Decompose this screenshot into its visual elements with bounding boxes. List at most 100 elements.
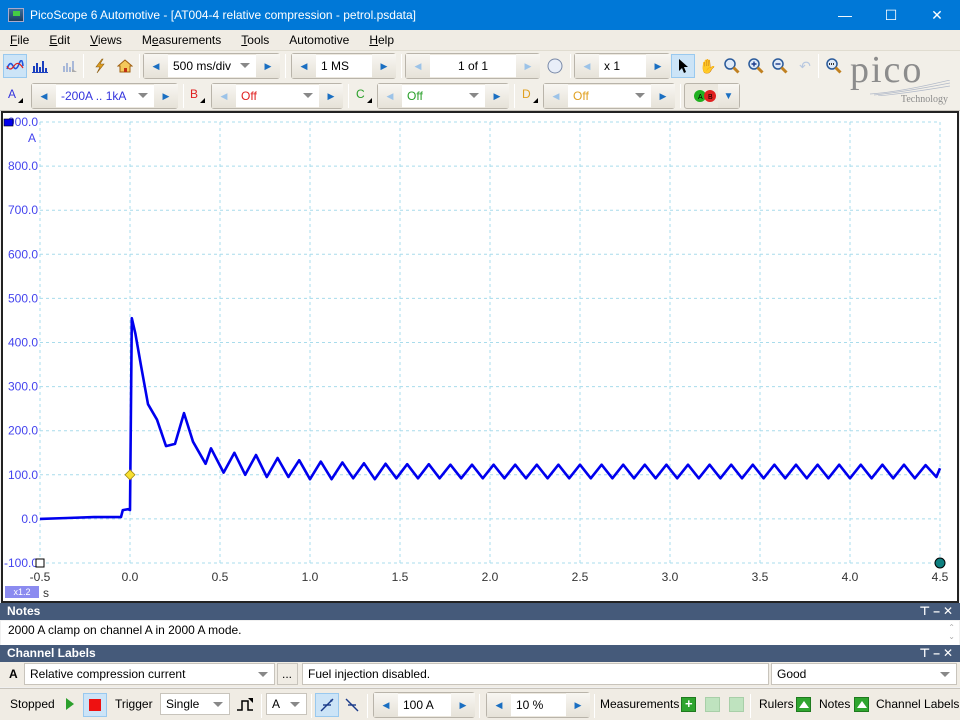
scope-mode-icon[interactable]	[3, 54, 27, 78]
channel-b-range-increase[interactable]: ▶	[319, 84, 343, 108]
samples-decrease-button[interactable]: ◀	[292, 54, 316, 78]
menu-tools[interactable]: Tools	[241, 33, 269, 47]
home-icon[interactable]	[113, 54, 137, 78]
zoom-factor-field[interactable]: x 1	[599, 55, 646, 77]
time-ruler-handle[interactable]	[35, 558, 45, 568]
advanced-trigger-icon[interactable]	[233, 693, 257, 717]
timebase-select[interactable]: 500 ms/div	[168, 55, 256, 77]
notes-toggle-button[interactable]	[854, 697, 869, 712]
menu-edit[interactable]: Edit	[49, 33, 70, 47]
channel-a-range-increase[interactable]: ▶	[154, 84, 178, 108]
channel-label-description-field[interactable]: Fuel injection disabled.	[302, 663, 769, 685]
buffer-prev-button[interactable]: ◀	[406, 54, 430, 78]
hand-pan-icon[interactable]: ✋	[696, 54, 720, 78]
channel-label-rating-select[interactable]: Good	[771, 663, 957, 685]
edit-measurement-button[interactable]	[729, 697, 744, 712]
timebase-decrease-button[interactable]: ◀	[144, 54, 168, 78]
maximize-button[interactable]: ☐	[868, 0, 914, 30]
spectrum-mode-icon[interactable]	[28, 54, 52, 78]
math-channels-control: AB ▼	[684, 83, 740, 109]
channel-label-edit-button[interactable]: ...	[277, 663, 298, 685]
channel-labels-label: Channel Labels	[876, 697, 960, 711]
menu-measurements[interactable]: Measurements	[142, 33, 221, 47]
scope-chart[interactable]: -0.5 0.0 0.5 1.0 1.5 2.0 2.5 3.0 3.5 4.0 4.5900.08…	[3, 113, 957, 601]
zoom-to-fit-icon[interactable]	[822, 54, 846, 78]
app-icon	[8, 8, 24, 22]
x-tick-label: 3.0	[662, 570, 679, 584]
channel-b-range-select[interactable]: Off	[236, 85, 319, 107]
buffer-navigator-compass-icon[interactable]	[543, 54, 567, 78]
notes-text-area[interactable]: 2000 A clamp on channel A in 2000 A mode…	[1, 621, 959, 645]
x-tick-label: 3.5	[752, 570, 769, 584]
menu-views[interactable]: Views	[90, 33, 122, 47]
delete-measurement-button[interactable]	[705, 697, 720, 712]
channel-label-id: A	[9, 667, 18, 681]
start-capture-icon[interactable]	[66, 698, 74, 710]
channel-a-range-decrease[interactable]: ◀	[32, 84, 56, 108]
falling-edge-icon[interactable]	[340, 693, 364, 717]
channel-c-range-select[interactable]: Off	[402, 85, 485, 107]
menu-automotive[interactable]: Automotive	[289, 33, 349, 47]
trigger-mode-select[interactable]: Single	[160, 693, 230, 715]
rulers-toggle-button[interactable]	[796, 697, 811, 712]
zoom-factor-increase-button[interactable]: ▶	[646, 54, 670, 78]
rising-edge-icon[interactable]	[315, 693, 339, 717]
y-tick-label: -100.0	[4, 556, 38, 570]
x-tick-label: 2.0	[482, 570, 499, 584]
threshold-increase-button[interactable]: ▶	[451, 693, 475, 717]
close-button[interactable]: ✕	[914, 0, 960, 30]
channel-c-range-increase[interactable]: ▶	[485, 84, 509, 108]
channel-d-options[interactable]: D	[522, 87, 538, 103]
zoom-out-icon[interactable]	[768, 54, 792, 78]
timebase-increase-button[interactable]: ▶	[256, 54, 280, 78]
zoom-window-icon[interactable]	[720, 54, 744, 78]
channel-c-range-decrease[interactable]: ◀	[378, 84, 402, 108]
x-axis-unit: s	[43, 586, 49, 600]
channel-label-select[interactable]: Relative compression current	[24, 663, 275, 685]
pre-trigger-decrease-button[interactable]: ◀	[487, 693, 511, 717]
channel-labels-panel-controls[interactable]: ⊤–✕	[919, 645, 956, 662]
timebase-control: ◀ 500 ms/div ▶	[143, 53, 280, 79]
channel-c-options[interactable]: C	[356, 87, 372, 103]
pre-trigger-field[interactable]: 10 %	[511, 694, 566, 716]
channel-d-range-increase[interactable]: ▶	[651, 84, 675, 108]
menu-file[interactable]: File	[10, 33, 29, 47]
trigger-channel-select[interactable]: A	[266, 693, 307, 715]
math-channels-dropdown[interactable]: ▼	[718, 84, 739, 108]
channel-enable-ab-icon[interactable]: AB	[693, 89, 716, 103]
channel-b-options[interactable]: B	[190, 87, 206, 103]
channel-b-range-decrease[interactable]: ◀	[212, 84, 236, 108]
trigger-marker[interactable]	[124, 469, 136, 481]
add-measurement-button[interactable]: +	[681, 696, 696, 712]
scope-view[interactable]: -0.5 0.0 0.5 1.0 1.5 2.0 2.5 3.0 3.5 4.0 4.5 900.0 8…	[1, 111, 959, 603]
notes-scrollbar[interactable]: ⌃ ⌄	[948, 623, 955, 641]
channel-d-range-control: ◀ Off ▶	[543, 83, 675, 109]
channel-a-axis-marker[interactable]	[3, 118, 14, 127]
channel-d-range-decrease[interactable]: ◀	[544, 84, 568, 108]
zoom-in-icon[interactable]	[744, 54, 768, 78]
channel-a-options[interactable]: A	[8, 87, 24, 103]
notes-panel-controls[interactable]: ⊤–✕	[919, 603, 956, 620]
signal-ruler-handle[interactable]	[934, 557, 946, 569]
select-pointer-icon[interactable]	[671, 54, 695, 78]
pre-trigger-increase-button[interactable]: ▶	[566, 693, 590, 717]
channel-d-range-select[interactable]: Off	[568, 85, 651, 107]
threshold-decrease-button[interactable]: ◀	[374, 693, 398, 717]
samples-increase-button[interactable]: ▶	[372, 54, 396, 78]
zoom-factor-decrease-button[interactable]: ◀	[575, 54, 599, 78]
minimize-button[interactable]: —	[822, 0, 868, 30]
samples-control: ◀ 1 MS ▶	[291, 53, 396, 79]
buffer-index-field[interactable]: 1 of 1	[430, 55, 516, 77]
stop-capture-button[interactable]	[83, 693, 107, 717]
persistence-mode-icon[interactable]	[58, 54, 82, 78]
buffer-next-button[interactable]: ▶	[516, 54, 540, 78]
samples-field[interactable]: 1 MS	[316, 55, 372, 77]
undo-zoom-icon[interactable]: ↶	[793, 54, 817, 78]
pre-trigger-control: ◀ 10 % ▶	[486, 692, 590, 718]
auto-setup-icon[interactable]	[88, 54, 112, 78]
x-tick-label: 4.0	[842, 570, 859, 584]
trigger-threshold-control: ◀ 100 A ▶	[373, 692, 475, 718]
threshold-field[interactable]: 100 A	[398, 694, 451, 716]
menu-help[interactable]: Help	[369, 33, 394, 47]
channel-a-range-select[interactable]: -200A .. 1kA	[56, 85, 154, 107]
